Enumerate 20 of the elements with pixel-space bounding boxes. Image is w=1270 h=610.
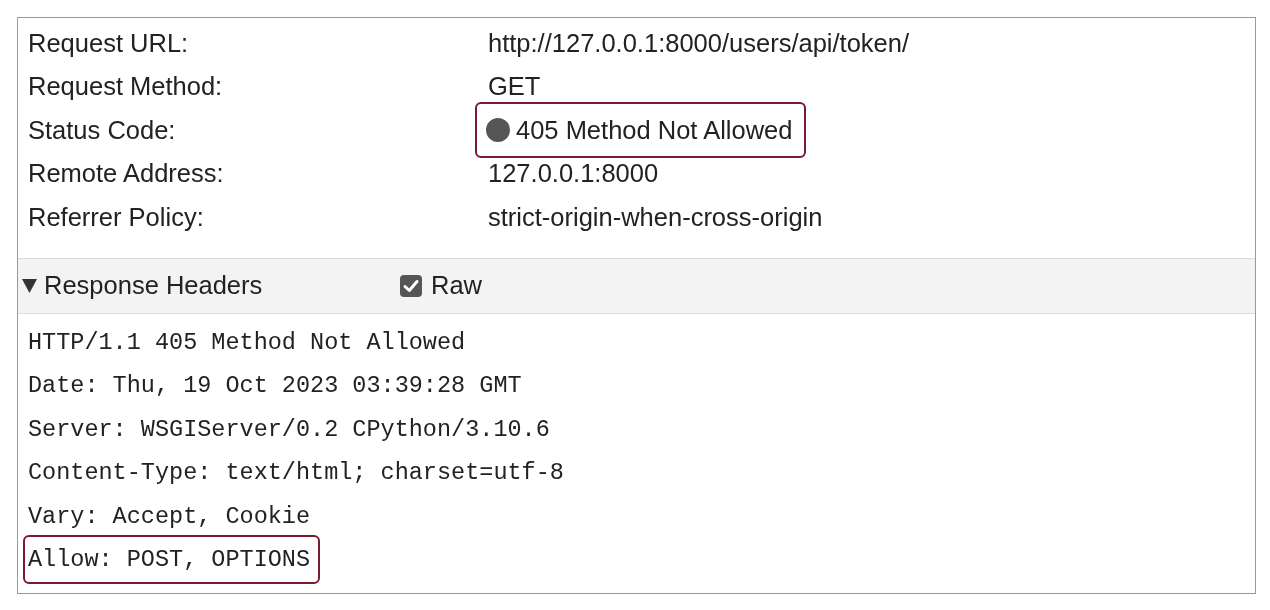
row-value: GET [488,71,541,103]
row-label: Remote Address: [28,158,225,190]
header-line: Server: WSGIServer/0.2 CPython/3.10.6 [27,414,550,445]
header-line: HTTP/1.1 405 Method Not Allowed [27,327,466,358]
row-value: strict-origin-when-cross-origin [488,201,823,233]
row-label: Status Code: [28,114,177,146]
caret-down-icon [22,278,37,293]
row-value: http://127.0.0.1:8000/users/api/token/ [488,27,910,59]
row-value: 127.0.0.1:8000 [488,158,659,190]
row-label: Request URL: [28,27,190,59]
response-headers-toggle[interactable]: Response Headers [22,266,400,305]
header-line: Date: Thu, 19 Oct 2023 03:39:28 GMT [27,371,522,402]
header-line: Content-Type: text/html; charset=utf-8 [27,458,564,489]
status-dot-icon [486,117,510,142]
raw-label: Raw [431,270,482,302]
header-line: Vary: Accept, Cookie [27,501,311,532]
raw-checkbox[interactable] [400,274,422,297]
status-text: 405 Method Not Allowed [516,114,793,146]
row-label: Referrer Policy: [28,201,205,233]
row-label: Request Method: [28,71,224,103]
